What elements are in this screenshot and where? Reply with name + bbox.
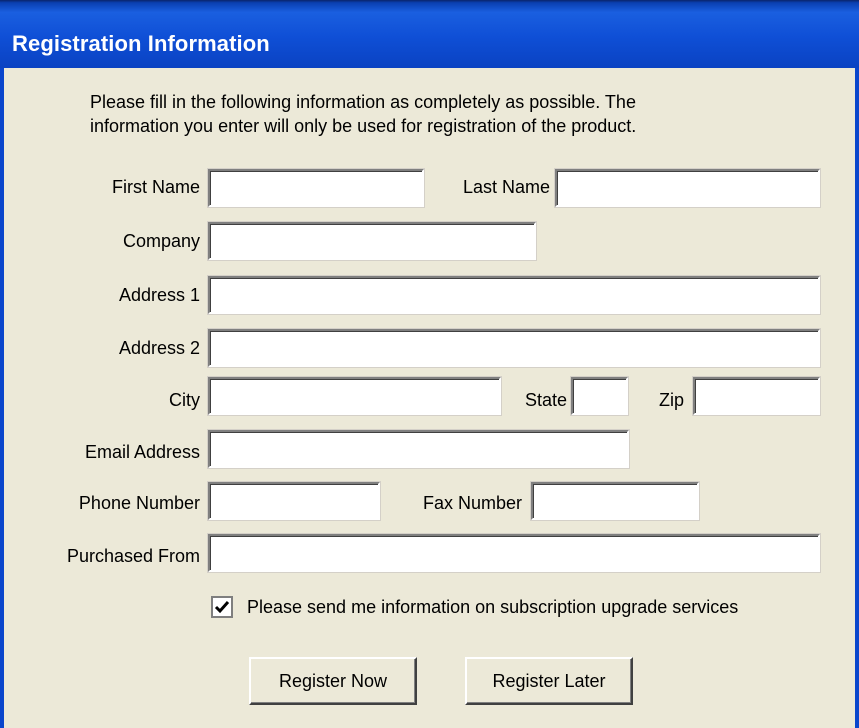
email-label: Email Address — [84, 442, 200, 462]
window-border-right — [855, 68, 859, 728]
checkmark-icon — [214, 601, 230, 614]
window-border-left — [0, 68, 4, 728]
register-now-button[interactable]: Register Now — [249, 657, 417, 705]
phone-label: Phone Number — [78, 493, 200, 513]
email-input[interactable] — [207, 429, 630, 469]
intro-text: Please fill in the following information… — [90, 92, 637, 136]
address2-input[interactable] — [207, 328, 821, 368]
register-later-button[interactable]: Register Later — [465, 657, 633, 705]
fax-input[interactable] — [530, 481, 700, 521]
address2-label: Address 2 — [118, 338, 200, 358]
last-name-input[interactable] — [554, 168, 821, 208]
first-name-input[interactable] — [207, 168, 425, 208]
window-title: Registration Information — [12, 31, 270, 56]
city-label: City — [169, 390, 200, 410]
purchased-from-label: Purchased From — [66, 546, 200, 566]
subscribe-label: Please send me information on subscripti… — [247, 597, 739, 617]
registration-dialog: Registration Information Please fill in … — [0, 0, 859, 728]
address1-label: Address 1 — [118, 285, 200, 305]
company-label: Company — [122, 231, 200, 251]
subscribe-checkbox[interactable] — [211, 596, 233, 618]
city-input[interactable] — [207, 376, 502, 416]
address1-input[interactable] — [207, 275, 821, 315]
fax-label: Fax Number — [422, 493, 522, 513]
state-input[interactable] — [570, 376, 629, 416]
purchased-from-input[interactable] — [207, 533, 821, 573]
first-name-label: First Name — [111, 177, 200, 197]
title-bar[interactable]: Registration Information — [0, 0, 859, 68]
zip-label: Zip — [658, 390, 684, 410]
zip-input[interactable] — [692, 376, 821, 416]
company-input[interactable] — [207, 221, 537, 261]
phone-input[interactable] — [207, 481, 381, 521]
last-name-label: Last Name — [462, 177, 550, 197]
state-label: State — [524, 390, 567, 410]
